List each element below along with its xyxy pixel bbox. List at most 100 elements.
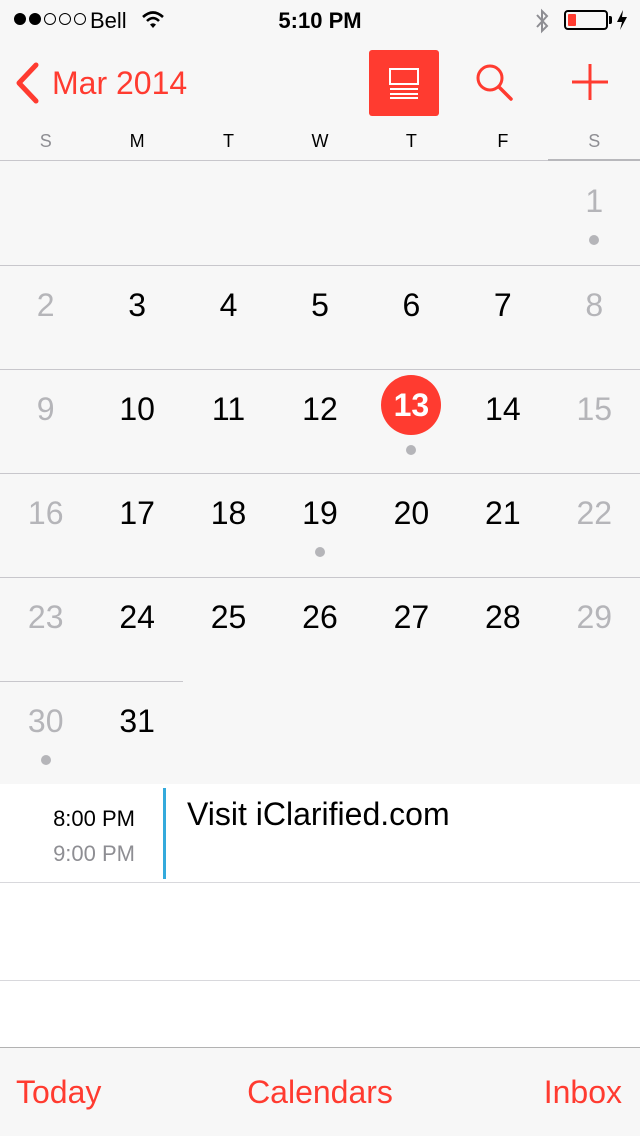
month-grid: 1 2 3 4 5 6 7 8 9 10 11 12 13 14 15 16 17 18 19 20 21 22 23 24 2…	[0, 161, 640, 783]
day-number: 2	[36, 287, 55, 323]
inbox-button[interactable]: Inbox	[544, 1074, 622, 1111]
bluetooth-icon	[534, 8, 550, 39]
weekday-friday: F	[497, 131, 509, 151]
day-cell[interactable]: 17	[91, 473, 182, 577]
day-cell[interactable]: 9	[0, 369, 91, 473]
weekday-header: S M T W T F S	[0, 128, 640, 160]
day-number: 9	[36, 391, 55, 427]
day-cell[interactable]: 19	[274, 473, 365, 577]
day-cell[interactable]: 11	[183, 369, 274, 473]
day-cell[interactable]: 1	[549, 161, 640, 265]
weekday-wednesday: W	[311, 131, 329, 151]
day-number: 29	[576, 599, 613, 635]
day-number: 12	[302, 391, 338, 427]
search-icon	[476, 64, 513, 101]
day-cell[interactable]: 29	[549, 577, 640, 681]
day-cell[interactable]: 21	[457, 473, 548, 577]
day-cell[interactable]: 26	[274, 577, 365, 681]
add-icon	[572, 64, 608, 100]
add-event-button[interactable]	[568, 60, 612, 109]
event-indicator-dot	[406, 445, 417, 455]
day-number: 19	[302, 495, 338, 531]
event-list: 8:00 PM 9:00 PM Visit iClarified.com	[0, 784, 640, 1048]
day-number: 22	[576, 495, 613, 531]
day-number: 18	[210, 495, 247, 531]
weekday-saturday: S	[588, 131, 601, 151]
event-color-bar	[163, 788, 166, 879]
day-cell[interactable]: 10	[91, 369, 182, 473]
grid-bottom-divider	[0, 782, 640, 783]
day-cell[interactable]: 14	[457, 369, 548, 473]
day-cell[interactable]: 8	[549, 265, 640, 369]
day-number: 24	[119, 599, 155, 635]
day-cell[interactable]: 6	[366, 265, 457, 369]
day-cell[interactable]: 31	[91, 681, 182, 785]
day-number: 30	[27, 703, 64, 739]
day-cell[interactable]: 22	[549, 473, 640, 577]
day-cell[interactable]: 5	[274, 265, 365, 369]
day-number: 14	[485, 391, 521, 427]
day-cell[interactable]: 23	[0, 577, 91, 681]
weekday-tuesday: T	[223, 131, 235, 151]
day-cell[interactable]: 4	[183, 265, 274, 369]
day-number: 6	[402, 287, 421, 323]
day-cell[interactable]: 16	[0, 473, 91, 577]
day-number: 15	[576, 391, 613, 427]
day-cell[interactable]: 18	[183, 473, 274, 577]
day-number: 5	[311, 287, 329, 323]
day-cell-today[interactable]: 13	[366, 369, 457, 473]
status-bar: Bell 5:10 PM	[0, 0, 640, 40]
weekday-sunday: S	[39, 131, 52, 151]
charging-icon	[616, 9, 628, 36]
day-cell[interactable]: 2	[0, 265, 91, 369]
day-number: 25	[210, 599, 247, 635]
list-view-button[interactable]	[369, 50, 439, 116]
day-number: 26	[302, 599, 338, 635]
month-label: Mar 2014	[52, 64, 188, 101]
day-number: 17	[119, 495, 155, 531]
tab-bar: Today Calendars Inbox	[0, 1047, 640, 1136]
day-cell[interactable]: 15	[549, 369, 640, 473]
battery-icon	[564, 10, 608, 30]
day-cell[interactable]: 12	[274, 369, 365, 473]
day-number: 11	[211, 391, 246, 427]
event-row[interactable]: 8:00 PM 9:00 PM Visit iClarified.com	[0, 784, 640, 882]
day-number: 10	[119, 391, 155, 427]
day-number: 8	[585, 287, 604, 323]
day-number: 16	[27, 495, 64, 531]
day-cell[interactable]: 7	[457, 265, 548, 369]
nav-bar: Mar 2014	[0, 40, 640, 130]
day-number: 3	[128, 287, 146, 323]
day-number: 20	[393, 495, 430, 531]
weekday-monday: M	[129, 131, 145, 151]
day-number: 1	[585, 183, 604, 219]
event-end-time: 9:00 PM	[53, 841, 135, 866]
day-cell[interactable]: 28	[457, 577, 548, 681]
day-number: 21	[485, 495, 521, 531]
day-number: 4	[219, 287, 238, 323]
day-cell[interactable]: 30	[0, 681, 91, 785]
list-view-icon	[389, 68, 419, 99]
day-number: 31	[119, 703, 155, 739]
weekday-thursday: T	[405, 131, 417, 151]
day-cell[interactable]: 25	[183, 577, 274, 681]
day-number: 28	[485, 599, 521, 635]
day-cell[interactable]: 24	[91, 577, 182, 681]
event-title: Visit iClarified.com	[187, 796, 450, 832]
back-button[interactable]: Mar 2014	[14, 62, 187, 104]
day-number: 27	[393, 599, 430, 635]
event-indicator-dot	[314, 547, 325, 557]
event-indicator-dot	[40, 755, 51, 765]
event-indicator-dot	[589, 235, 600, 245]
day-number: 13	[381, 375, 442, 435]
event-start-time: 8:00 PM	[53, 806, 135, 831]
day-cell[interactable]: 3	[91, 265, 182, 369]
day-number: 23	[27, 599, 64, 635]
day-cell[interactable]: 20	[366, 473, 457, 577]
row-divider	[0, 980, 640, 981]
row-divider	[0, 882, 640, 883]
chevron-left-icon	[16, 62, 39, 104]
search-button[interactable]	[472, 60, 516, 109]
day-cell[interactable]: 27	[366, 577, 457, 681]
day-number: 7	[493, 287, 512, 323]
